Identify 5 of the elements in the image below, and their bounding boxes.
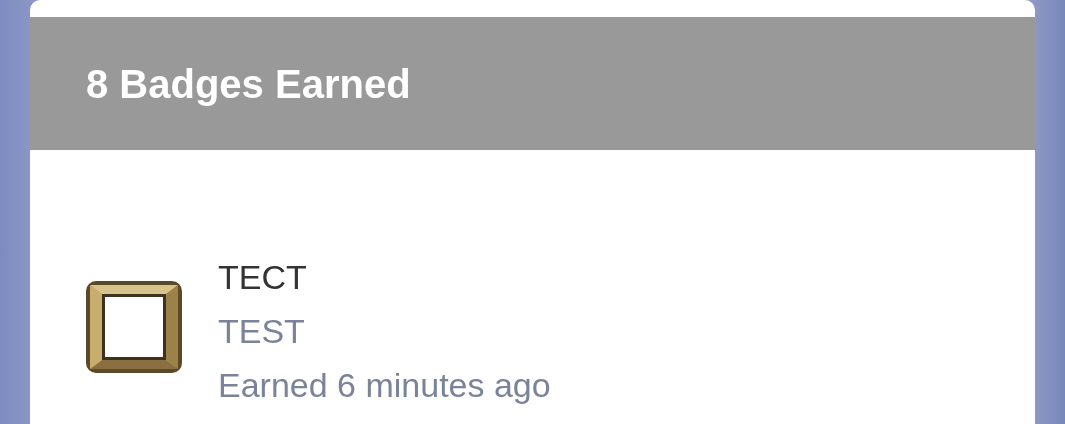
earned-time: Earned 6 minutes ago [218, 365, 551, 406]
badge-frame-icon [84, 279, 184, 375]
badge-description: TEST [218, 311, 306, 352]
badge-name: TECT [218, 257, 308, 298]
header-title: 8 Badges Earned [86, 60, 411, 108]
